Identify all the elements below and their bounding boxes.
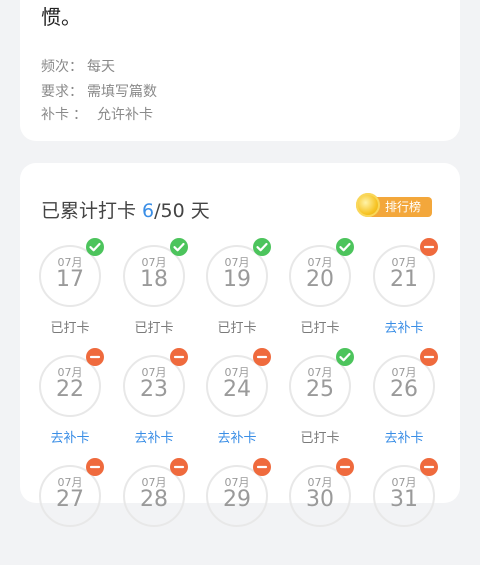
day-cell[interactable]: 07月 22 去补卡 [39,348,109,455]
minus-icon [86,348,104,366]
minus-icon [170,348,188,366]
makeup-row: 补卡： 允许补卡 [41,104,153,124]
day-date: 21 [390,267,418,292]
minus-icon [420,458,438,476]
summary-done-count: 6 [142,200,155,222]
checkmark-icon [253,238,271,256]
day-date: 30 [306,487,334,512]
day-cell[interactable]: 07月 29 [206,458,276,565]
checkmark-icon [336,238,354,256]
makeup-link[interactable]: 去补卡 [39,427,101,446]
frequency-value: 每天 [87,59,115,75]
frequency-label: 频次： [41,59,83,75]
day-date: 22 [56,377,84,402]
day-cell[interactable]: 07月 28 [123,458,193,565]
makeup-separator: ： [73,107,87,123]
day-cell[interactable]: 07月 26 去补卡 [373,348,443,455]
task-description: 诗来撷本上，这样能更好地帮助孩子培养好习惯。 [41,5,81,29]
minus-icon [253,458,271,476]
checkmark-icon [336,348,354,366]
day-date: 25 [306,377,334,402]
day-cell: 07月 18 已打卡 [123,238,193,345]
checkin-card: 已累计打卡 6/50 天 排行榜 07月 17 已打卡 07月 18 已打卡 07月 19 已打… [20,163,460,527]
makeup-link[interactable]: 去补卡 [206,427,268,446]
day-date: 20 [306,267,334,292]
day-date: 17 [56,267,84,292]
day-cell[interactable]: 07月 31 [373,458,443,565]
day-date: 18 [140,267,168,292]
leaderboard-button[interactable]: 排行榜 [356,193,432,219]
day-cell[interactable]: 07月 21 去补卡 [373,238,443,345]
day-cell[interactable]: 07月 23 去补卡 [123,348,193,455]
medal-icon [356,193,380,217]
summary-prefix: 已累计打卡 [41,200,143,222]
checkmark-icon [170,238,188,256]
day-cell: 07月 17 已打卡 [39,238,109,345]
day-cell: 07月 25 已打卡 [289,348,359,455]
requirement-label: 要求： [41,84,83,100]
makeup-link[interactable]: 去补卡 [373,427,435,446]
day-cell: 07月 19 已打卡 [206,238,276,345]
day-date: 26 [390,377,418,402]
makeup-label: 补卡 [41,107,69,123]
day-date: 24 [223,377,251,402]
checkmark-icon [86,238,104,256]
checked-in-label: 已打卡 [300,431,340,446]
checkin-summary: 已累计打卡 6/50 天 [41,196,210,223]
minus-icon [170,458,188,476]
checked-in-label: 已打卡 [217,321,257,336]
task-info-card: 诗来撷本上，这样能更好地帮助孩子培养好习惯。 频次：每天 要求：需填写篇数 补卡… [20,0,460,141]
makeup-value: 允许补卡 [97,107,153,123]
day-cell[interactable]: 07月 30 [289,458,359,565]
makeup-link[interactable]: 去补卡 [123,427,185,446]
day-cell[interactable]: 07月 27 [39,458,109,565]
day-date: 19 [223,267,251,292]
frequency-row: 频次： 每天 [41,56,115,76]
requirement-value: 需填写篇数 [87,84,157,100]
minus-icon [336,458,354,476]
day-cell[interactable]: 07月 24 去补卡 [206,348,276,455]
day-date: 23 [140,377,168,402]
day-date: 28 [140,487,168,512]
checked-in-label: 已打卡 [134,321,174,336]
summary-suffix: /50 天 [154,200,210,222]
day-date: 27 [56,487,84,512]
requirement-row: 要求： 需填写篇数 [41,81,157,101]
minus-icon [420,238,438,256]
minus-icon [420,348,438,366]
day-date: 31 [390,487,418,512]
checked-in-label: 已打卡 [50,321,90,336]
minus-icon [86,458,104,476]
makeup-link[interactable]: 去补卡 [373,317,435,336]
day-date: 29 [223,487,251,512]
day-cell: 07月 20 已打卡 [289,238,359,345]
minus-icon [253,348,271,366]
checked-in-label: 已打卡 [300,321,340,336]
